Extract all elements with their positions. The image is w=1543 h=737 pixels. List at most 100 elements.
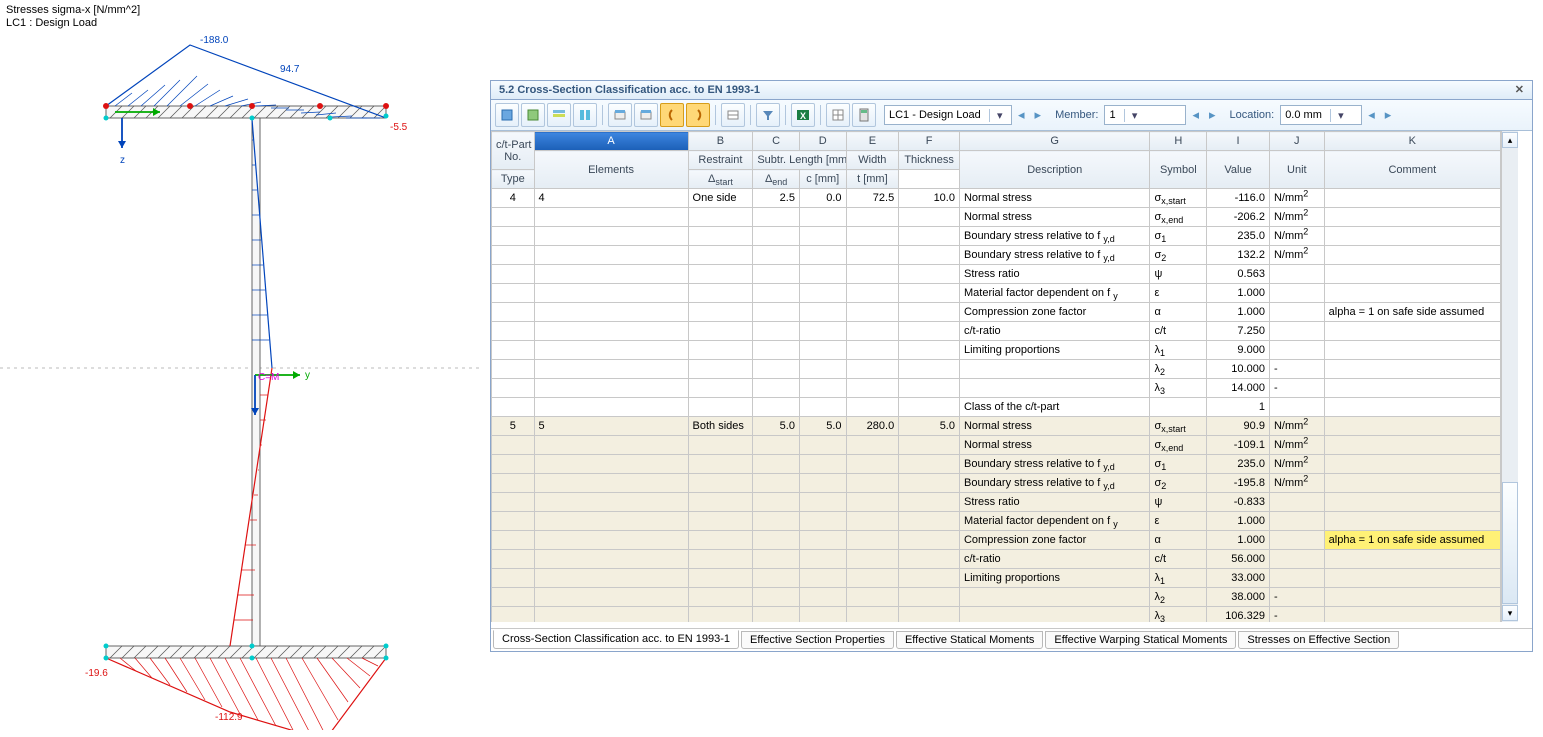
member-select[interactable]: 1 ▾ (1104, 105, 1186, 125)
next-location[interactable]: ▸ (1381, 107, 1396, 123)
tab-3[interactable]: Effective Warping Statical Moments (1045, 631, 1236, 649)
col-part-no[interactable]: c/t-PartNo. (492, 132, 535, 170)
table-row[interactable]: λ3106.329- (492, 607, 1501, 623)
col-H[interactable]: H (1150, 132, 1207, 151)
col-restraint[interactable]: Restraint (688, 151, 753, 170)
table-row[interactable]: Material factor dependent on f yε1.000 (492, 284, 1501, 303)
svg-text:X: X (800, 111, 806, 121)
table-row[interactable]: c/t-ratioc/t7.250 (492, 322, 1501, 341)
excel-icon[interactable]: X (791, 103, 815, 127)
member-value: 1 (1109, 109, 1115, 121)
col-K[interactable]: K (1324, 132, 1500, 151)
toolbar-button-5[interactable] (608, 103, 632, 127)
classification-panel: 5.2 Cross-Section Classification acc. to… (490, 80, 1533, 652)
table-row[interactable]: c/t-ratioc/t56.000 (492, 550, 1501, 569)
col-D[interactable]: D (799, 132, 846, 151)
col-comment[interactable]: Comment (1324, 151, 1500, 189)
col-F[interactable]: F (899, 132, 960, 151)
filter-icon[interactable] (756, 103, 780, 127)
member-label: Member: (1055, 109, 1098, 121)
table-row[interactable]: Stress ratioψ-0.833 (492, 493, 1501, 512)
table-row[interactable]: λ314.000- (492, 379, 1501, 398)
next-loadcase[interactable]: ▸ (1031, 107, 1046, 123)
svg-text:-112.9: -112.9 (215, 712, 243, 723)
tab-0[interactable]: Cross-Section Classification acc. to EN … (493, 630, 739, 649)
toolbar-button-9[interactable] (721, 103, 745, 127)
table-row[interactable]: Boundary stress relative to f y,dσ2132.2… (492, 246, 1501, 265)
table-row[interactable]: λ238.000- (492, 588, 1501, 607)
svg-text:-19.6: -19.6 (85, 668, 108, 679)
col-value[interactable]: Value (1207, 151, 1270, 189)
panel-toolbar: X LC1 - Design Load ▾ ◂ ▸ Member: 1 ▾ ◂ … (491, 100, 1532, 131)
table-row[interactable]: Normal stressσx,end-109.1N/mm2 (492, 436, 1501, 455)
tab-2[interactable]: Effective Statical Moments (896, 631, 1043, 649)
col-I[interactable]: I (1207, 132, 1270, 151)
prev-member[interactable]: ◂ (1188, 107, 1203, 123)
col-A[interactable]: A (534, 132, 688, 151)
prev-loadcase[interactable]: ◂ (1014, 107, 1029, 123)
col-G[interactable]: G (959, 132, 1149, 151)
chevron-down-icon[interactable]: ▾ (989, 109, 1007, 122)
toolbar-button-3[interactable] (547, 103, 571, 127)
col-thick[interactable]: Thickness (899, 151, 960, 170)
table-row[interactable]: Limiting proportionsλ133.000 (492, 569, 1501, 588)
location-label: Location: (1230, 109, 1275, 121)
prev-location[interactable]: ◂ (1364, 107, 1379, 123)
svg-text:C=M: C=M (258, 372, 279, 383)
table-row[interactable]: Material factor dependent on f yε1.000 (492, 512, 1501, 531)
toolbar-button-1[interactable] (495, 103, 519, 127)
table-row[interactable]: λ210.000- (492, 360, 1501, 379)
col-symbol[interactable]: Symbol (1150, 151, 1207, 189)
col-B[interactable]: B (688, 132, 753, 151)
col-desc[interactable]: Description (959, 151, 1149, 189)
toolbar-button-7[interactable] (660, 103, 684, 127)
table-row[interactable]: Limiting proportionsλ19.000 (492, 341, 1501, 360)
toolbar-button-grid[interactable] (826, 103, 850, 127)
chevron-down-icon[interactable]: ▾ (1124, 109, 1142, 122)
chevron-down-icon[interactable]: ▾ (1330, 109, 1348, 122)
vertical-scrollbar[interactable]: ▴ ▾ (1501, 131, 1518, 622)
scroll-down-icon[interactable]: ▾ (1502, 605, 1518, 621)
svg-text:94.7: 94.7 (280, 64, 300, 75)
scroll-up-icon[interactable]: ▴ (1502, 132, 1518, 148)
table-row[interactable]: Stress ratioψ0.563 (492, 265, 1501, 284)
location-select[interactable]: 0.0 mm ▾ (1280, 105, 1362, 125)
col-C[interactable]: C (753, 132, 800, 151)
toolbar-button-6[interactable] (634, 103, 658, 127)
loadcase-select[interactable]: LC1 - Design Load ▾ (884, 105, 1012, 125)
next-member[interactable]: ▸ (1205, 107, 1220, 123)
panel-title: 5.2 Cross-Section Classification acc. to… (499, 84, 760, 96)
table-row[interactable]: Class of the c/t-part1 (492, 398, 1501, 417)
table-row[interactable]: Normal stressσx,end-206.2N/mm2 (492, 208, 1501, 227)
svg-text:-188.0: -188.0 (200, 35, 229, 46)
col-E[interactable]: E (846, 132, 899, 151)
svg-text:z: z (120, 155, 125, 166)
svg-text:y: y (305, 370, 310, 381)
col-J[interactable]: J (1269, 132, 1324, 151)
table-row[interactable]: Compression zone factorα1.000alpha = 1 o… (492, 531, 1501, 550)
tab-4[interactable]: Stresses on Effective Section (1238, 631, 1399, 649)
table-row[interactable]: 55Both sides5.05.0280.05.0Normal stressσ… (492, 417, 1501, 436)
table-row[interactable]: Boundary stress relative to f y,dσ2-195.… (492, 474, 1501, 493)
results-grid[interactable]: c/t-PartNo. A B C D E F G H I J (491, 131, 1501, 622)
col-width[interactable]: Width (846, 151, 899, 170)
toolbar-button-8[interactable] (686, 103, 710, 127)
close-icon[interactable]: ✕ (1511, 83, 1528, 96)
panel-header: 5.2 Cross-Section Classification acc. to… (491, 81, 1532, 100)
col-subtr[interactable]: Subtr. Length [mm] (753, 151, 846, 170)
table-row[interactable]: 44One side2.50.072.510.0Normal stressσx,… (492, 189, 1501, 208)
svg-text:-5.5: -5.5 (390, 122, 408, 133)
toolbar-button-4[interactable] (573, 103, 597, 127)
table-row[interactable]: Boundary stress relative to f y,dσ1235.0… (492, 227, 1501, 246)
section-viewport[interactable]: Stresses sigma-x [N/mm^2] LC1 : Design L… (0, 0, 490, 737)
scroll-thumb[interactable] (1502, 482, 1518, 604)
toolbar-button-2[interactable] (521, 103, 545, 127)
table-row[interactable]: Boundary stress relative to f y,dσ1235.0… (492, 455, 1501, 474)
table-row[interactable]: Compression zone factorα1.000alpha = 1 o… (492, 303, 1501, 322)
col-elements[interactable]: Elements (534, 151, 688, 189)
bottom-tabs: Cross-Section Classification acc. to EN … (491, 628, 1532, 651)
tab-1[interactable]: Effective Section Properties (741, 631, 894, 649)
col-unit[interactable]: Unit (1269, 151, 1324, 189)
loadcase-value: LC1 - Design Load (889, 109, 981, 121)
calculator-icon[interactable] (852, 103, 876, 127)
